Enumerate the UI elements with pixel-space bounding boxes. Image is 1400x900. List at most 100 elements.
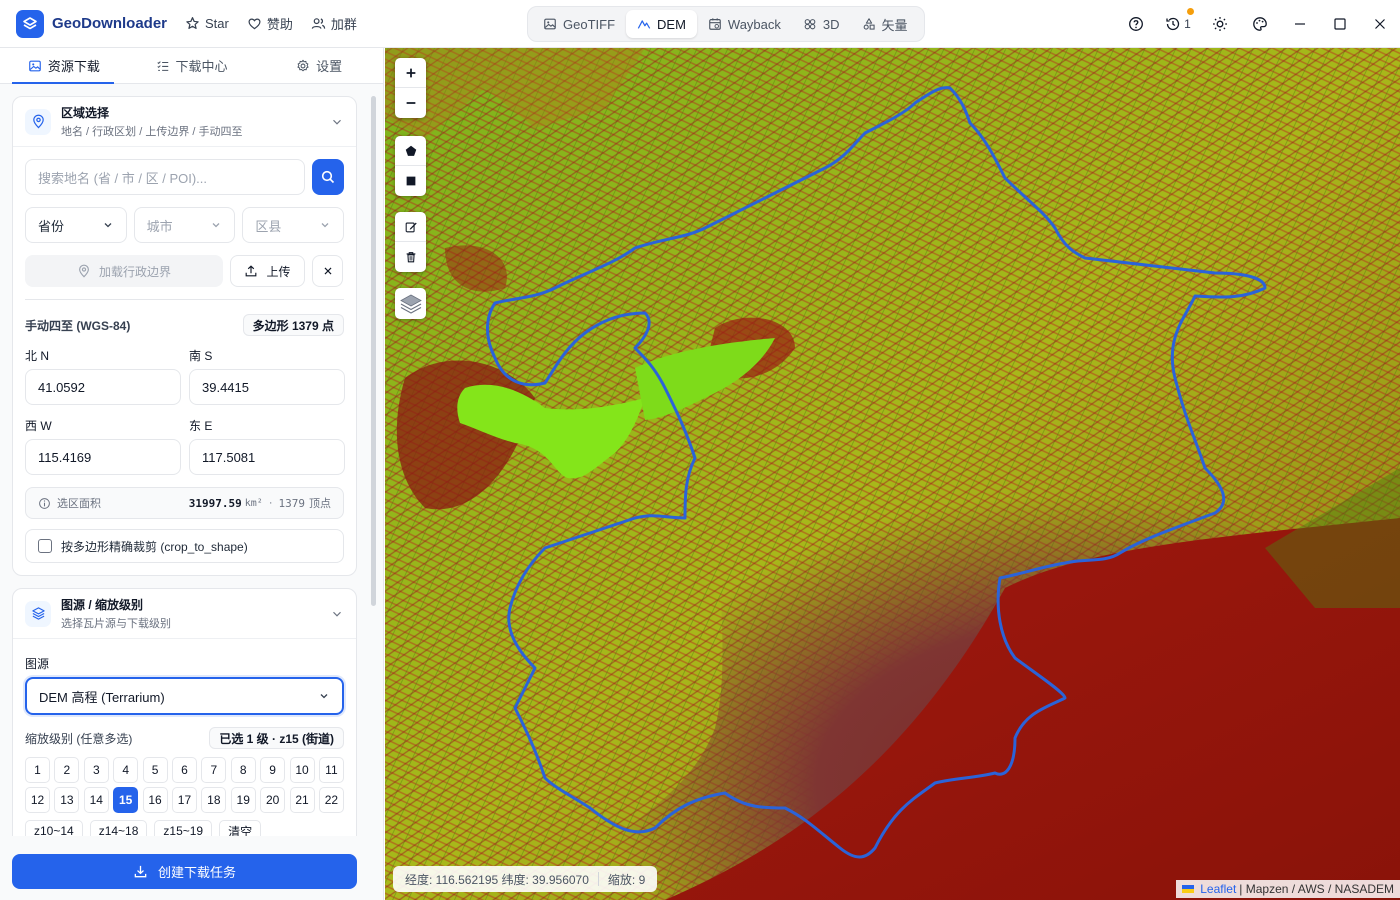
crop-checkbox[interactable] [38, 539, 52, 553]
zoom-level-button[interactable]: 15 [113, 787, 139, 814]
source-card: 图源 / 缩放级别 选择瓦片源与下载级别 图源 DEM 高程 (Terrariu… [12, 588, 357, 836]
maximize-button[interactable] [1320, 0, 1360, 48]
edit-layers-button[interactable] [395, 212, 426, 242]
search-input[interactable]: 搜索地名 (省 / 市 / 区 / POI)... [25, 159, 306, 195]
area-stat: 选区面积 31997.59 km² · 1379 顶点 [25, 487, 344, 519]
create-download-task-button[interactable]: 创建下载任务 [12, 854, 357, 889]
upload-button[interactable]: 上传 [230, 255, 305, 287]
help-button[interactable] [1116, 0, 1156, 48]
clear-region-button[interactable] [312, 255, 343, 287]
minimize-icon [1295, 23, 1305, 25]
coordinate-readout: 经度: 116.562195 纬度: 39.956070 缩放: 9 [393, 866, 658, 892]
minimize-button[interactable] [1280, 0, 1320, 48]
sponsor-link[interactable]: 赞助 [247, 14, 293, 33]
minus-icon [406, 102, 415, 104]
tab-3d[interactable]: 3D [792, 10, 851, 38]
zoom-level-button[interactable]: 8 [230, 757, 256, 783]
zoom-level-button[interactable]: 1 [25, 757, 50, 783]
zoom-level-button[interactable]: 20 [260, 787, 286, 814]
district-select[interactable]: 区县 [242, 207, 345, 243]
tab-vector[interactable]: 矢量 [851, 10, 919, 38]
star-link[interactable]: Star [185, 16, 229, 31]
zoom-level-button[interactable]: 14 [83, 787, 109, 814]
zoom-level-button[interactable]: 7 [201, 757, 227, 783]
tab-wayback[interactable]: Wayback [697, 10, 792, 38]
zoom-level-button[interactable]: 16 [142, 787, 168, 814]
sidebar-scrollbar[interactable] [371, 96, 376, 606]
zoom-out-button[interactable] [395, 88, 426, 118]
zoom-presets: z10~14 z14~18 z15~19 清空 [25, 820, 344, 836]
tab-download-center[interactable]: 下载中心 [128, 48, 256, 83]
source-select[interactable]: DEM 高程 (Terrarium) [25, 677, 344, 715]
crop-label: 按多边形精确裁剪 (crop_to_shape) [61, 539, 248, 554]
image-icon [29, 60, 41, 71]
tab-dem[interactable]: DEM [626, 10, 697, 38]
upload-label: 上传 [266, 264, 291, 279]
area-unit: km² [244, 497, 263, 509]
zoom-level-button[interactable]: 2 [54, 757, 80, 783]
app-logo: GeoDownloader [16, 9, 167, 38]
source-label: 图源 [25, 657, 50, 671]
palette-button[interactable] [1240, 0, 1280, 48]
close-button[interactable] [1360, 0, 1400, 48]
zoom-level-button[interactable]: 6 [171, 757, 197, 783]
zoom-preset-button[interactable]: z14~18 [89, 820, 148, 836]
source-card-header[interactable]: 图源 / 缩放级别 选择瓦片源与下载级别 [13, 589, 356, 639]
tab-settings[interactable]: 设置 [255, 48, 383, 83]
zoom-in-button[interactable] [395, 58, 426, 88]
north-input[interactable]: 41.0592 [25, 369, 181, 405]
history-button[interactable]: 1 [1156, 0, 1200, 48]
window-controls: 1 [1116, 0, 1400, 48]
chevron-down-icon [333, 611, 341, 617]
zoom-level-button[interactable]: 5 [142, 757, 168, 783]
sidebar: 资源下载 下载中心 设置 区域选择 地名 / 行政区划 / 上传边界 / 手动四… [0, 48, 384, 900]
zoom-level-button[interactable]: 9 [260, 757, 286, 783]
zoom-level-button[interactable]: 3 [83, 757, 109, 783]
south-input[interactable]: 39.4415 [189, 369, 345, 405]
zoom-level-button[interactable]: 11 [318, 757, 344, 783]
zoom-level-button[interactable]: 10 [289, 757, 315, 783]
region-card: 区域选择 地名 / 行政区划 / 上传边界 / 手动四至 搜索地名 (省 / 市… [12, 96, 357, 576]
crop-to-shape-option[interactable]: 按多边形精确裁剪 (crop_to_shape) [25, 529, 344, 563]
region-card-header[interactable]: 区域选择 地名 / 行政区划 / 上传边界 / 手动四至 [13, 97, 356, 147]
sun-icon [1213, 17, 1227, 31]
zoom-level-button[interactable]: 18 [201, 787, 227, 814]
west-input[interactable]: 115.4169 [25, 439, 181, 475]
zoom-preset-button[interactable]: z15~19 [154, 820, 213, 836]
east-input[interactable]: 117.5081 [189, 439, 345, 475]
load-boundary-button[interactable]: 加载行政边界 [25, 255, 223, 287]
draw-polygon-button[interactable] [395, 136, 426, 166]
city-value: 城市 [146, 218, 173, 234]
bbox-label: 手动四至 (WGS-84) [25, 318, 131, 333]
clear-zoom-button[interactable]: 清空 [219, 820, 262, 836]
zoom-level-button[interactable]: 21 [289, 787, 315, 814]
tab-wayback-label: Wayback [727, 16, 781, 32]
zoom-level-button[interactable]: 4 [113, 757, 139, 783]
tab-resource-download[interactable]: 资源下载 [0, 48, 128, 84]
vertex-label: 顶点 [309, 498, 331, 510]
map-view[interactable]: 经度: 116.562195 纬度: 39.956070 缩放: 9 Leafl… [385, 48, 1400, 900]
province-select[interactable]: 省份 [25, 207, 127, 243]
notification-dot [1187, 8, 1194, 15]
zoom-preset-button[interactable]: z10~14 [25, 820, 83, 836]
leaflet-link[interactable]: Leaflet [1200, 882, 1236, 896]
delete-layers-button[interactable] [395, 242, 426, 272]
sidebar-scroll-area: 区域选择 地名 / 行政区划 / 上传边界 / 手动四至 搜索地名 (省 / 市… [0, 84, 370, 836]
draw-rectangle-button[interactable] [395, 166, 426, 196]
zoom-level-button[interactable]: 12 [25, 787, 50, 814]
south-label: 南 S [189, 349, 213, 363]
chevron-down-icon [104, 223, 112, 228]
layer-switcher-button[interactable] [395, 288, 426, 319]
zoom-level-button[interactable]: 13 [54, 787, 80, 814]
tab-geotiff-label: GeoTIFF [563, 16, 616, 32]
divider [25, 299, 344, 300]
search-button[interactable] [312, 159, 344, 195]
north-value: 41.0592 [38, 379, 85, 395]
city-select[interactable]: 城市 [133, 207, 236, 243]
theme-toggle-button[interactable] [1200, 0, 1240, 48]
zoom-level-button[interactable]: 22 [318, 787, 344, 814]
zoom-level-button[interactable]: 17 [171, 787, 197, 814]
zoom-level-button[interactable]: 19 [230, 787, 256, 814]
join-group-link[interactable]: 加群 [311, 14, 357, 33]
tab-geotiff[interactable]: GeoTIFF [532, 10, 626, 38]
